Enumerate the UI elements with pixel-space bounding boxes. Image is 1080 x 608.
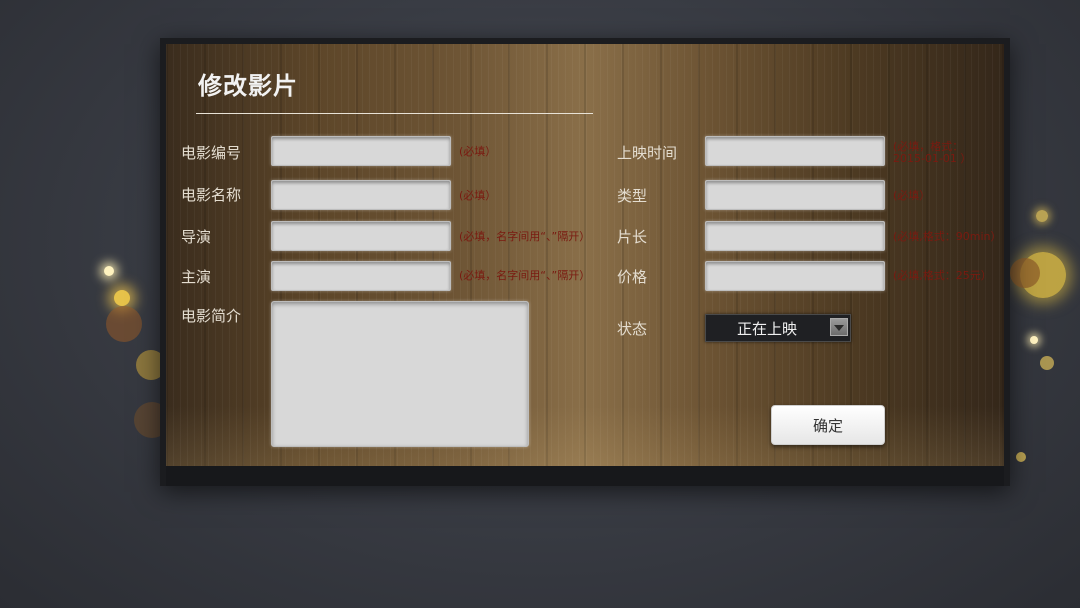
bokeh-light	[1016, 452, 1026, 462]
status-label: 状态	[617, 320, 648, 338]
release-time-label: 上映时间	[617, 144, 678, 162]
bokeh-light	[106, 306, 142, 342]
duration-hint: (必填,格式：90min）	[893, 230, 1002, 243]
dialog-bottom-bar	[166, 466, 1004, 486]
movie-name-label: 电影名称	[181, 186, 242, 204]
genre-hint: (必填）	[893, 189, 931, 202]
status-select[interactable]: 正在上映	[705, 314, 851, 342]
movie-id-label: 电影编号	[181, 144, 242, 162]
release-time-hint-line2: 2015-01-01 ）	[893, 152, 972, 165]
actors-hint: (必填，名字间用“、”隔开）	[459, 269, 591, 282]
bokeh-light	[104, 266, 114, 276]
genre-label: 类型	[617, 187, 648, 205]
actors-label: 主演	[181, 268, 212, 286]
movie-name-hint: (必填）	[459, 189, 497, 202]
director-input[interactable]	[271, 221, 451, 251]
bokeh-light	[1020, 252, 1066, 298]
movie-id-hint: (必填）	[459, 145, 497, 158]
movie-name-input[interactable]	[271, 180, 451, 210]
page-title: 修改影片	[198, 72, 298, 100]
bokeh-light	[1036, 210, 1048, 222]
chevron-down-icon[interactable]	[830, 318, 848, 336]
director-hint: (必填，名字间用“、”隔开）	[459, 230, 591, 243]
synopsis-textarea[interactable]	[271, 301, 529, 447]
confirm-button[interactable]: 确定	[771, 405, 885, 445]
status-selected-value: 正在上映	[736, 320, 797, 338]
duration-label: 片长	[617, 228, 648, 246]
director-label: 导演	[181, 228, 212, 246]
duration-input[interactable]	[705, 221, 885, 251]
price-label: 价格	[617, 268, 648, 286]
movie-id-input[interactable]	[271, 136, 451, 166]
bokeh-light	[1030, 336, 1038, 344]
title-divider	[196, 113, 593, 114]
price-hint: (必填,格式：25元）	[893, 269, 992, 282]
bokeh-light	[1010, 258, 1040, 288]
bokeh-light	[114, 290, 130, 306]
synopsis-label: 电影简介	[181, 307, 242, 325]
release-time-input[interactable]	[705, 136, 885, 166]
price-input[interactable]	[705, 261, 885, 291]
genre-input[interactable]	[705, 180, 885, 210]
actors-input[interactable]	[271, 261, 451, 291]
bokeh-light	[1040, 356, 1054, 370]
